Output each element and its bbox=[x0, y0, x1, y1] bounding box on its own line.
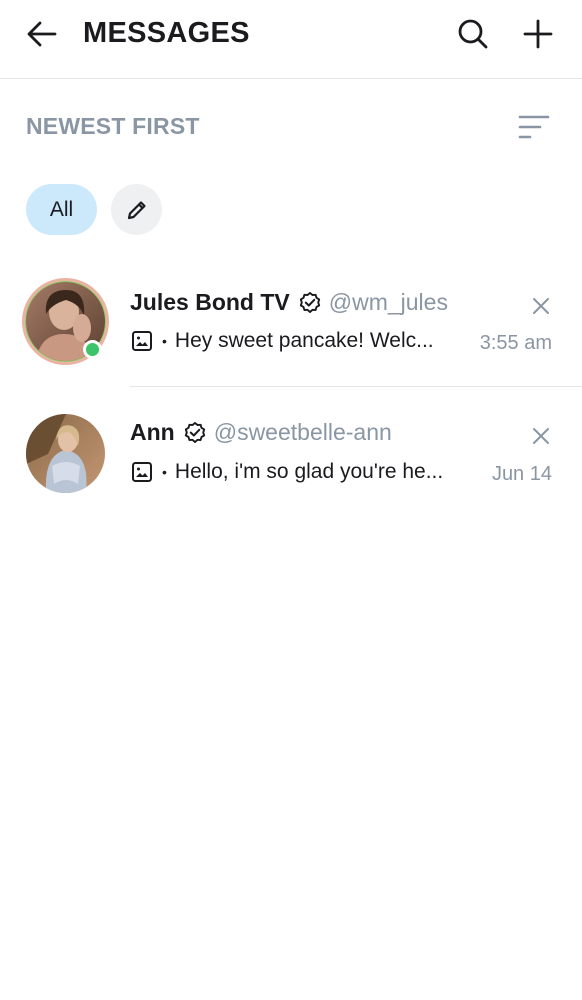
verified-badge-icon bbox=[183, 421, 207, 445]
divider bbox=[130, 386, 582, 387]
filter-chip-all-label: All bbox=[49, 197, 74, 221]
online-status-dot bbox=[83, 340, 102, 359]
edit-filters-button[interactable] bbox=[111, 184, 162, 235]
filter-chip-all[interactable]: All bbox=[26, 184, 97, 235]
close-icon[interactable] bbox=[526, 291, 556, 321]
contact-handle: @wm_jules bbox=[328, 289, 448, 315]
image-icon bbox=[131, 330, 153, 352]
message-time: Jun 14 bbox=[491, 463, 552, 485]
app-header: MESSAGES bbox=[0, 0, 582, 79]
pencil-icon bbox=[127, 200, 146, 219]
conversation-row[interactable]: Jules Bond TV @wm_jules • Hey sweet panc… bbox=[0, 262, 582, 387]
sort-lines-icon[interactable] bbox=[512, 105, 556, 149]
contact-name: Ann bbox=[130, 419, 175, 445]
message-time: 3:55 am bbox=[479, 332, 552, 354]
image-icon bbox=[131, 461, 153, 483]
contact-handle: @sweetbelle-ann bbox=[213, 419, 392, 445]
avatar[interactable] bbox=[26, 414, 105, 493]
conversation-header: Jules Bond TV @wm_jules bbox=[130, 289, 448, 316]
conversation-header: Ann @sweetbelle-ann bbox=[130, 419, 392, 446]
close-icon[interactable] bbox=[526, 421, 556, 451]
conversation-row[interactable]: Ann @sweetbelle-ann • Hello, i'm so glad… bbox=[0, 388, 582, 513]
message-preview-row: • Hello, i'm so glad you're he... bbox=[131, 460, 443, 484]
separator-dot: • bbox=[162, 464, 167, 480]
message-preview: Hey sweet pancake! Welc... bbox=[174, 329, 434, 352]
message-preview-row: • Hey sweet pancake! Welc... bbox=[131, 329, 434, 353]
page-title: MESSAGES bbox=[83, 17, 250, 49]
search-icon[interactable] bbox=[451, 12, 495, 56]
sort-label: NEWEST FIRST bbox=[26, 113, 200, 139]
arrow-left-icon[interactable] bbox=[20, 12, 64, 56]
message-preview: Hello, i'm so glad you're he... bbox=[174, 460, 444, 483]
verified-badge-icon bbox=[298, 291, 322, 315]
separator-dot: • bbox=[162, 333, 167, 349]
contact-name: Jules Bond TV bbox=[130, 289, 290, 315]
plus-icon[interactable] bbox=[516, 12, 560, 56]
